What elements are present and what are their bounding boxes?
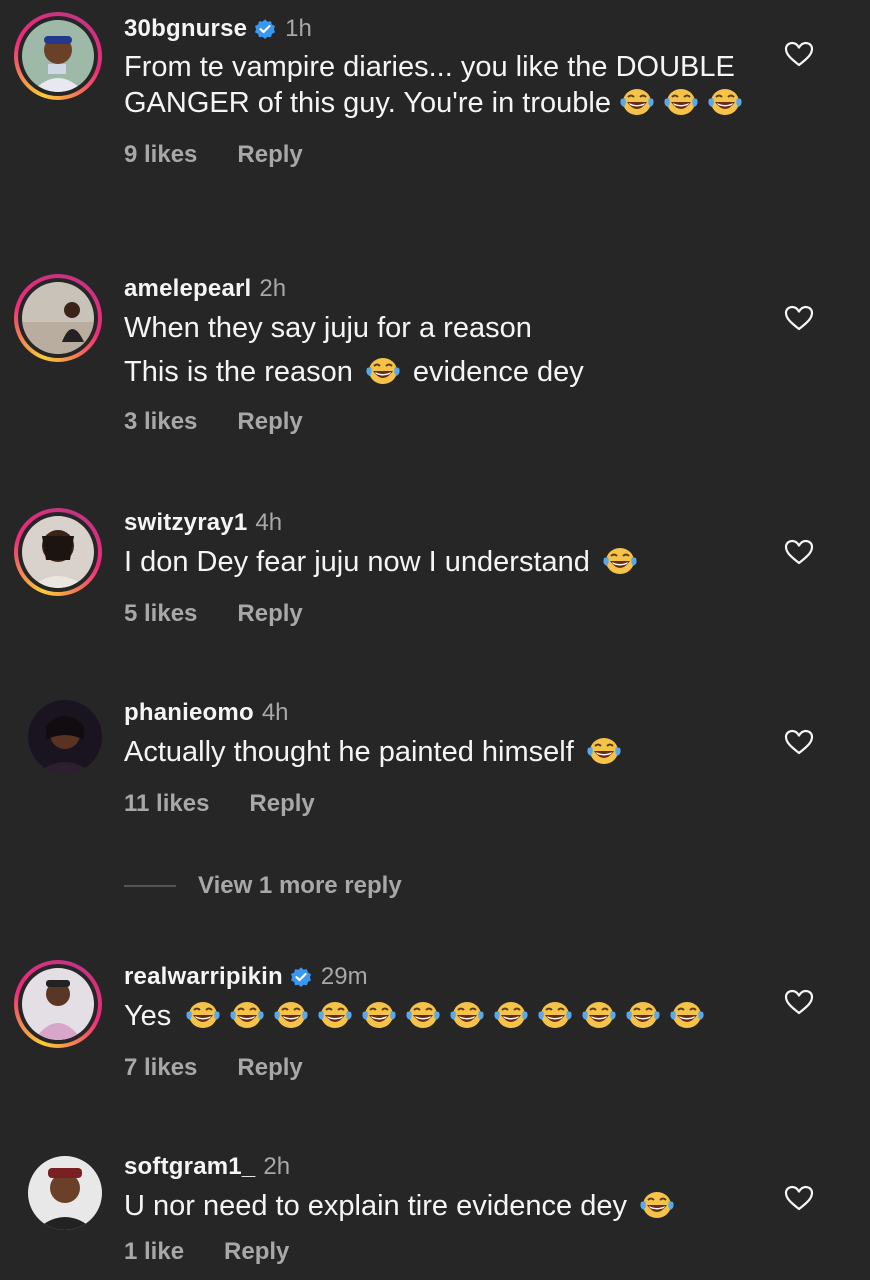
username[interactable]: amelepearl	[124, 275, 251, 303]
divider	[124, 885, 176, 887]
view-more-replies-button[interactable]: View 1 more reply	[124, 872, 402, 900]
comment-text: From te vampire diaries... you like the …	[124, 50, 760, 121]
reply-button[interactable]: Reply	[237, 408, 302, 436]
joy-emoji	[185, 998, 221, 1030]
likes-count[interactable]: 3 likes	[124, 408, 197, 436]
comment-text: Yes	[124, 998, 760, 1034]
timestamp: 29m	[320, 963, 368, 990]
heart-outline-icon[interactable]	[784, 304, 814, 332]
joy-emoji	[663, 85, 699, 117]
avatar-story-ring[interactable]	[14, 508, 102, 596]
avatar	[22, 282, 94, 354]
username[interactable]: realwarripikin	[124, 963, 283, 991]
joy-emoji	[581, 998, 617, 1030]
timestamp: 4h	[255, 509, 283, 536]
joy-emoji	[273, 998, 309, 1030]
joy-emoji	[365, 354, 401, 386]
timestamp: 4h	[261, 699, 289, 726]
joy-emoji	[586, 734, 622, 766]
comment-text: Actually thought he painted himself	[124, 734, 760, 770]
avatar-story-ring[interactable]	[14, 274, 102, 362]
comment-text: When they say juju for a reason This is t…	[124, 312, 584, 388]
avatar-story-ring[interactable]	[14, 960, 102, 1048]
username[interactable]: softgram1_	[124, 1153, 255, 1181]
joy-emoji	[602, 544, 638, 576]
timestamp: 2h	[263, 1153, 291, 1180]
joy-emoji	[619, 85, 655, 117]
joy-emoji	[493, 998, 529, 1030]
joy-emoji	[229, 998, 265, 1030]
comments-screen: 30bgnurse 1h From te vampire diaries... …	[0, 0, 870, 1280]
timestamp: 1h	[285, 15, 312, 42]
likes-count[interactable]: 9 likes	[124, 141, 197, 169]
reply-button[interactable]: Reply	[237, 600, 302, 628]
joy-emoji	[707, 85, 743, 117]
joy-emoji	[669, 998, 705, 1030]
heart-outline-icon[interactable]	[784, 1184, 814, 1212]
username[interactable]: switzyray1	[124, 509, 247, 537]
joy-emoji	[405, 998, 441, 1030]
avatar	[22, 516, 94, 588]
reply-button[interactable]: Reply	[224, 1238, 289, 1266]
likes-count[interactable]: 5 likes	[124, 600, 197, 628]
heart-outline-icon[interactable]	[784, 988, 814, 1016]
joy-emoji	[449, 998, 485, 1030]
reply-button[interactable]: Reply	[249, 790, 314, 818]
likes-count[interactable]: 11 likes	[124, 790, 209, 818]
verified-badge-icon	[253, 17, 277, 41]
avatar	[22, 20, 94, 92]
heart-outline-icon[interactable]	[784, 728, 814, 756]
view-more-label: View 1 more reply	[198, 872, 402, 899]
avatar[interactable]	[28, 1156, 102, 1230]
reply-button[interactable]: Reply	[237, 141, 302, 169]
joy-emoji	[317, 998, 353, 1030]
likes-count[interactable]: 7 likes	[124, 1054, 197, 1082]
heart-outline-icon[interactable]	[784, 538, 814, 566]
comment-text: U nor need to explain tire evidence dey	[124, 1188, 760, 1224]
joy-emoji	[639, 1188, 675, 1220]
avatar-story-ring[interactable]	[14, 12, 102, 100]
avatar[interactable]	[28, 700, 102, 774]
username[interactable]: 30bgnurse	[124, 15, 247, 43]
timestamp: 2h	[259, 275, 287, 302]
username[interactable]: phanieomo	[124, 699, 254, 727]
joy-emoji	[361, 998, 397, 1030]
joy-emoji	[625, 998, 661, 1030]
avatar	[22, 968, 94, 1040]
joy-emoji	[537, 998, 573, 1030]
reply-button[interactable]: Reply	[237, 1054, 302, 1082]
verified-badge-icon	[289, 965, 313, 989]
likes-count[interactable]: 1 like	[124, 1238, 184, 1266]
comment-text: I don Dey fear juju now I understand	[124, 544, 760, 580]
heart-outline-icon[interactable]	[784, 40, 814, 68]
